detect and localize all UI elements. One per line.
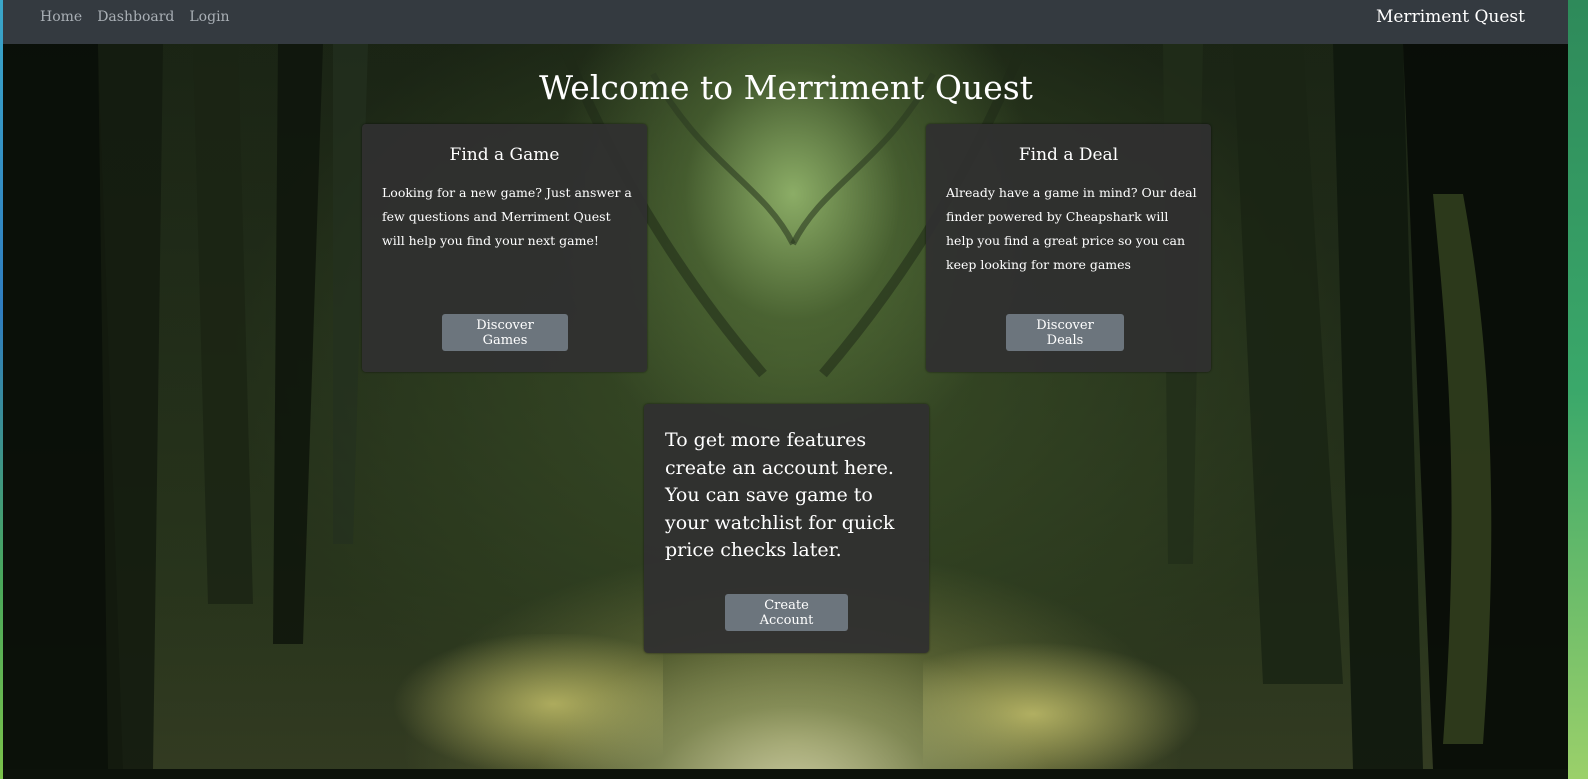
find-game-text: Looking for a new game? Just answer a fe…	[382, 185, 632, 248]
nav-login-link[interactable]: Login	[189, 9, 229, 25]
create-account-button[interactable]: Create Account	[725, 594, 848, 631]
forest-path	[523, 644, 1063, 769]
page-title: Welcome to Merriment Quest	[539, 68, 1033, 107]
nav-home-link[interactable]: Home	[40, 9, 82, 25]
brand-link[interactable]: Merriment Quest	[1376, 0, 1525, 34]
find-deal-title: Find a Deal	[1018, 145, 1119, 165]
find-game-card: Find a Game Looking for a new game? Just…	[362, 124, 647, 372]
discover-games-button[interactable]: Discover Games	[442, 314, 568, 351]
create-account-text: To get more features create an account h…	[665, 429, 895, 561]
create-account-card: To get more features create an account h…	[644, 404, 929, 653]
find-game-title: Find a Game	[449, 145, 560, 165]
discover-deals-button[interactable]: Discover Deals	[1006, 314, 1124, 351]
find-deal-card: Find a Deal Already have a game in mind?…	[926, 124, 1211, 372]
navbar: Home Dashboard Login Merriment Quest	[3, 0, 1568, 44]
find-deal-text: Already have a game in mind? Our deal fi…	[946, 185, 1197, 272]
nav-links: Home Dashboard Login	[40, 0, 230, 34]
nav-dashboard-link[interactable]: Dashboard	[97, 9, 174, 25]
window-left-edge	[0, 0, 3, 779]
window-right-edge	[1568, 0, 1588, 779]
